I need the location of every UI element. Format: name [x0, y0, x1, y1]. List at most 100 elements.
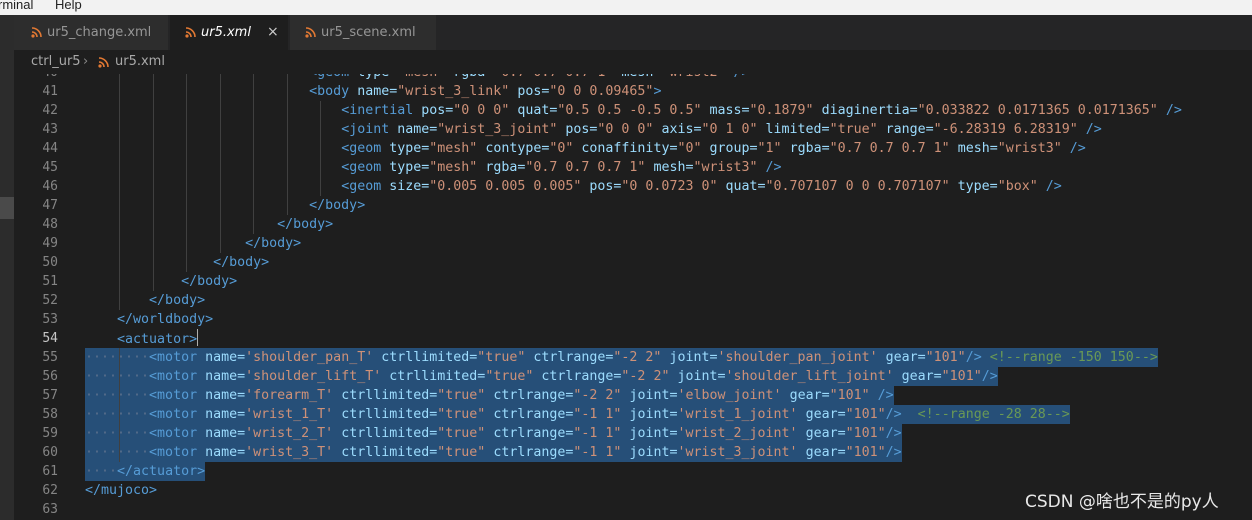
line-number: 57	[42, 388, 58, 403]
whitespace-dots: ········	[85, 407, 150, 422]
token-val: "wrist_3_joint"	[437, 122, 566, 137]
token-val: 'shoulder_lift_joint'	[725, 369, 902, 384]
tab-ur5-change-xml[interactable]: ur5_change.xml	[14, 15, 168, 50]
token-tag: </body>	[309, 198, 366, 213]
whitespace-dots: ····	[85, 464, 118, 479]
token-tag: <motor	[149, 388, 206, 403]
text-cursor	[197, 329, 199, 346]
code-line[interactable]: 45 <geom type="mesh" rgba="0.7 0.7 0.7 1…	[14, 158, 1252, 177]
tab-ur5-scene-xml[interactable]: ur5_scene.xml	[290, 15, 436, 50]
code-line[interactable]: 60 ········<motor name='wrist_3_T' ctrlli…	[14, 443, 1252, 462]
token-attr: name=	[205, 407, 246, 422]
code-line[interactable]: 56 ········<motor name='shoulder_lift_T' …	[14, 367, 1252, 386]
code-line[interactable]: 49 </body>	[14, 234, 1252, 253]
code-line[interactable]: 52 </body>	[14, 291, 1252, 310]
editor-tab-bar: ur5_change.xml ur5.xml × ur5_scene.xml	[14, 15, 1252, 50]
code-line[interactable]: 53 </worldbody>	[14, 310, 1252, 329]
close-icon[interactable]: ×	[267, 15, 279, 50]
code-line[interactable]: 51 </body>	[14, 272, 1252, 291]
line-number: 51	[42, 274, 58, 289]
token-val: "101"	[829, 388, 878, 403]
code-line[interactable]: 59 ········<motor name='wrist_2_T' ctrlli…	[14, 424, 1252, 443]
token-val: "0 0 0"	[453, 103, 518, 118]
activity-bar-item[interactable]	[0, 197, 14, 219]
code-line[interactable]: 40 <geom type="mesh" rgba="0.7 0.7 0.7 1…	[14, 74, 1252, 82]
token-tag: >	[653, 84, 662, 99]
code-line[interactable]: 46 <geom size="0.005 0.005 0.005" pos="0…	[14, 177, 1252, 196]
line-number: 61	[42, 464, 58, 479]
token-attr: ctrlrange=	[533, 350, 614, 365]
breadcrumb-folder[interactable]: ctrl_ur5	[31, 50, 81, 74]
line-number: 56	[42, 369, 58, 384]
code-line[interactable]: 48 </body>	[14, 215, 1252, 234]
code-line[interactable]: 58 ········<motor name='wrist_1_T' ctrlli…	[14, 405, 1252, 424]
token-val: "0 0.0723 0"	[621, 179, 726, 194]
token-attr: ctrllimited=	[381, 350, 478, 365]
token-attr: ctrlrange=	[493, 407, 574, 422]
code-line[interactable]: 43 <joint name="wrist_3_joint" pos="0 0 …	[14, 120, 1252, 139]
line-number: 58	[42, 407, 58, 422]
code-line[interactable]: 54 <actuator>	[14, 329, 1252, 348]
token-val: "true"	[477, 350, 534, 365]
code-line[interactable]: 55 ········<motor name='shoulder_pan_T' c…	[14, 348, 1252, 367]
token-val: "0 1 0"	[701, 122, 766, 137]
token-attr: type=	[357, 74, 397, 80]
whitespace-dots: ········	[85, 350, 150, 365]
token-tag: />	[1085, 122, 1102, 137]
token-val: 'wrist_1_T'	[245, 407, 342, 422]
token-attr: mass=	[709, 103, 750, 118]
code-text: ········<motor name='wrist_2_T' ctrllimi…	[85, 424, 902, 443]
token-tag: <geom	[341, 141, 390, 156]
token-tag: />	[765, 160, 782, 175]
token-attr: ctrllimited=	[389, 369, 486, 384]
line-number: 40	[14, 74, 58, 82]
line-number: 48	[42, 217, 58, 232]
token-val: "0.033822 0.0171365 0.0171365"	[917, 103, 1166, 118]
token-val: "-1 1"	[573, 426, 630, 441]
breadcrumb-file[interactable]: ur5.xml	[115, 50, 165, 74]
code-editor[interactable]: 40 <geom type="mesh" rgba="0.7 0.7 0.7 1…	[14, 74, 1252, 520]
code-line[interactable]: 47 </body>	[14, 196, 1252, 215]
menu-terminal[interactable]: rminal	[0, 0, 33, 11]
code-line[interactable]: 42 <inertial pos="0 0 0" quat="0.5 0.5 -…	[14, 101, 1252, 120]
token-attr: pos=	[565, 122, 598, 137]
token-attr: gear=	[885, 350, 926, 365]
token-attr: pos=	[589, 179, 622, 194]
code-line[interactable]: 61 ····</actuator>	[14, 462, 1252, 481]
token-tag: <geom	[341, 160, 390, 175]
token-attr: mesh=	[957, 141, 998, 156]
token-attr: type=	[389, 141, 430, 156]
token-tag: <body	[309, 84, 358, 99]
code-line[interactable]: 50 </body>	[14, 253, 1252, 272]
token-attr: limited=	[765, 122, 830, 137]
token-tag: />	[1069, 141, 1086, 156]
whitespace-dots: ········	[85, 445, 150, 460]
token-val: "true"	[437, 426, 494, 441]
token-attr: joint=	[629, 407, 678, 422]
token-attr: type=	[389, 160, 430, 175]
token-val: "-1 1"	[573, 445, 630, 460]
token-val: "0"	[549, 141, 582, 156]
line-number: 60	[42, 445, 58, 460]
token-val: "-2 2"	[621, 369, 678, 384]
menu-bar: rminal Help	[0, 0, 1252, 15]
code-line[interactable]: 41 <body name="wrist_3_link" pos="0 0 0.…	[14, 82, 1252, 101]
menu-help[interactable]: Help	[55, 0, 82, 11]
code-line[interactable]: 44 <geom type="mesh" contype="0" conaffi…	[14, 139, 1252, 158]
token-val: "wrist3"	[693, 160, 766, 175]
token-attr: ctrlrange=	[493, 388, 574, 403]
tab-ur5-xml[interactable]: ur5.xml ×	[170, 15, 288, 50]
code-text: </body>	[85, 253, 269, 272]
code-line[interactable]: 57 ········<motor name='forearm_T' ctrlli…	[14, 386, 1252, 405]
rss-xml-icon	[31, 27, 42, 38]
token-attr: ctrllimited=	[341, 426, 438, 441]
token-val: 'wrist_3_T'	[245, 445, 342, 460]
token-attr: name=	[205, 445, 246, 460]
line-number: 46	[42, 179, 58, 194]
token-attr: ctrllimited=	[341, 445, 438, 460]
token-attr: ctrlrange=	[493, 426, 574, 441]
line-number: 63	[42, 502, 58, 517]
rss-xml-icon	[185, 27, 196, 38]
token-attr: gear=	[805, 445, 846, 460]
token-attr: rgba=	[485, 160, 526, 175]
